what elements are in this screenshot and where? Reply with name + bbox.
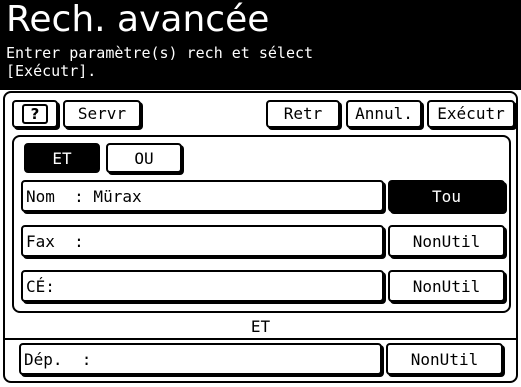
instruction-line-1: Entrer paramètre(s) rech et sélect [6,44,314,62]
fax-option-button[interactable]: NonUtil [388,225,505,257]
department-option-button[interactable]: NonUtil [386,343,503,375]
logic-or-toggle[interactable]: OU [106,143,182,173]
back-button[interactable]: Retr [266,100,340,128]
fax-field[interactable]: Fax : [21,225,384,257]
page-title: Rech. avancée [6,0,270,40]
email-field[interactable]: CÉ: [21,270,384,302]
server-button[interactable]: Servr [63,100,141,128]
instruction-line-2: [Exécutr]. [6,62,97,80]
search-panel: ? Servr Retr Annul. Exécutr ET OU Nom : … [3,91,518,383]
name-field[interactable]: Nom : Mürax [21,180,384,212]
cancel-button[interactable]: Annul. [346,100,422,128]
divider [5,338,516,340]
department-field[interactable]: Dép. : [19,343,382,375]
help-icon: ? [22,104,48,124]
help-button[interactable]: ? [12,100,58,128]
name-option-button[interactable]: Tou [388,180,505,212]
header-bar: Rech. avancée Entrer paramètre(s) rech e… [0,0,521,90]
and-separator-label: ET [250,317,271,336]
email-option-button[interactable]: NonUtil [388,270,505,302]
logic-and-toggle[interactable]: ET [24,143,100,173]
execute-button[interactable]: Exécutr [427,100,515,128]
criteria-group: ET OU Nom : Mürax Tou Fax : NonUtil CÉ: … [12,135,511,313]
instruction-text: Entrer paramètre(s) rech et sélect [Exéc… [6,44,313,80]
